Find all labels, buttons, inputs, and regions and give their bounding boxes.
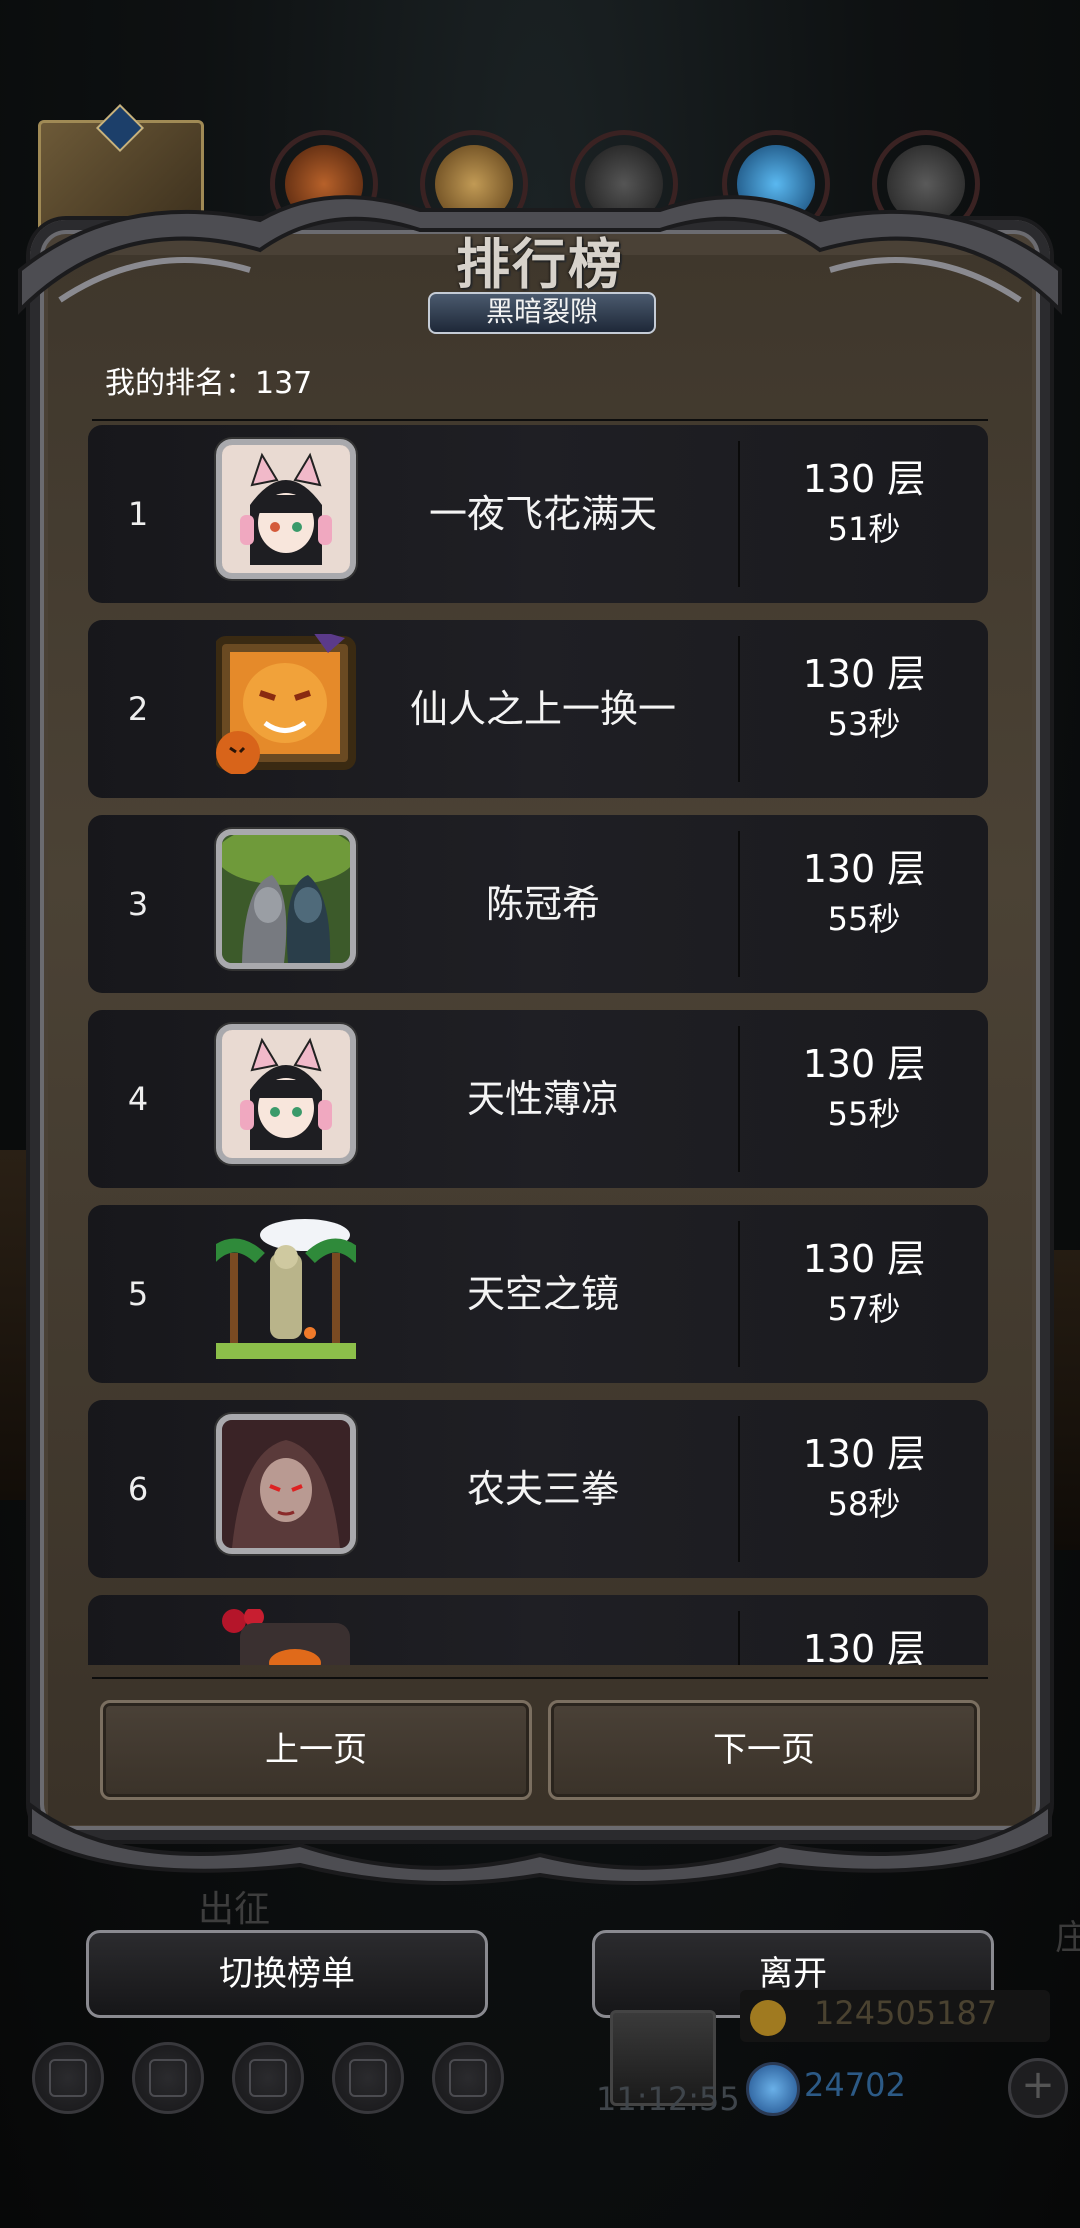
player-avatar[interactable] <box>216 1609 356 1665</box>
player-avatar[interactable] <box>216 1024 356 1164</box>
ranking-row[interactable]: 1 一夜飞花满天 130 层 51秒 <box>88 425 988 603</box>
clear-time: 58秒 <box>827 1485 901 1523</box>
player-avatar[interactable] <box>216 439 356 579</box>
ranking-list[interactable]: 1 一夜飞花满天 130 层 51秒 2 仙人之上一换一 130 层 53秒 3… <box>88 425 988 1665</box>
player-avatar[interactable] <box>216 1414 356 1554</box>
add-currency-button[interactable]: + <box>1008 2058 1068 2118</box>
palm-statue-icon <box>216 1219 356 1359</box>
twin-elves-icon <box>222 835 350 963</box>
page-title: 排行榜 <box>456 233 624 296</box>
clear-time: 51秒 <box>827 510 901 548</box>
mail-icon[interactable] <box>332 2042 404 2114</box>
rank-number: 7 <box>108 1595 168 1665</box>
gem-value: 24702 <box>804 2066 906 2104</box>
floor-score: 130 层 <box>802 1627 926 1665</box>
floor-score: 130 层 <box>802 457 926 501</box>
ranking-row[interactable]: 3 陈冠希 130 层 55秒 <box>88 815 988 993</box>
gold-counter: 124505187 <box>740 1990 1050 2042</box>
expedition-label: 出征 <box>198 1889 271 1930</box>
gem-icon <box>746 2062 800 2116</box>
gold-coin-icon <box>750 2000 786 2036</box>
floor-score: 130 层 <box>802 847 926 891</box>
clear-time: 53秒 <box>827 705 901 743</box>
floor-score: 130 层 <box>802 1042 926 1086</box>
clock-text: 11:12:55 <box>596 2080 740 2118</box>
ranking-row[interactable]: 4 天性薄凉 130 层 55秒 <box>88 1010 988 1188</box>
rank-number: 5 <box>127 1275 149 1313</box>
rose-cauldron-icon <box>222 1609 350 1665</box>
rank-number: 6 <box>127 1470 149 1508</box>
next-page-button[interactable]: 下一页 <box>548 1700 980 1800</box>
clear-time: 55秒 <box>827 1095 901 1133</box>
floor-score: 130 层 <box>802 1432 926 1476</box>
player-name: 天性薄凉 <box>466 1077 619 1121</box>
pumpkin-beast-icon <box>216 634 356 774</box>
leaderboard-category-label: 黑暗裂隙 <box>428 292 656 334</box>
box-icon[interactable] <box>432 2042 504 2114</box>
my-rank-text: 我的排名：137 <box>105 366 313 401</box>
ranking-row[interactable]: 7 130 层 <box>88 1595 988 1665</box>
ranking-row[interactable]: 5 天空之镜 130 层 57秒 <box>88 1205 988 1383</box>
rank-number: 1 <box>127 495 149 533</box>
player-avatar[interactable] <box>216 634 356 774</box>
gold-value: 124505187 <box>814 1994 998 2032</box>
ranking-row[interactable]: 6 农夫三拳 130 层 58秒 <box>88 1400 988 1578</box>
background-building <box>0 1150 30 1500</box>
rank-number: 2 <box>127 690 149 728</box>
rank-number: 4 <box>127 1080 149 1118</box>
switch-leaderboard-button[interactable]: 切换榜单 <box>86 1930 488 2018</box>
cat-ear-girl-icon <box>222 445 350 573</box>
guild-icon[interactable] <box>232 2042 304 2114</box>
clear-time: 57秒 <box>827 1290 901 1328</box>
divider <box>92 419 988 421</box>
ranking-row[interactable]: 2 仙人之上一换一 130 层 53秒 <box>88 620 988 798</box>
demon-woman-icon <box>222 1420 350 1548</box>
player-avatar[interactable] <box>216 829 356 969</box>
leaderboard-title-plate: 排行榜 <box>420 220 660 296</box>
panel-ornament-bottom <box>28 1800 1052 1885</box>
player-name: 天空之镜 <box>466 1272 619 1316</box>
player-name: 仙人之上一换一 <box>409 687 676 731</box>
floor-score: 130 层 <box>802 652 926 696</box>
player-name: 陈冠希 <box>485 882 600 926</box>
player-name <box>368 1595 718 1665</box>
player-name: 一夜飞花满天 <box>428 492 657 536</box>
background-building <box>1050 1250 1080 1550</box>
divider <box>92 1677 988 1679</box>
star-icon[interactable] <box>132 2042 204 2114</box>
settings-gear-icon[interactable] <box>32 2042 104 2114</box>
floor-score: 130 层 <box>802 1237 926 1281</box>
edge-label: 庄 <box>1055 1918 1080 1958</box>
player-name: 农夫三拳 <box>466 1467 619 1511</box>
rank-number: 3 <box>127 885 149 923</box>
cat-ear-girl-icon <box>222 1030 350 1158</box>
prev-page-button[interactable]: 上一页 <box>100 1700 532 1800</box>
player-avatar[interactable] <box>216 1219 356 1359</box>
clear-time: 55秒 <box>827 900 901 938</box>
